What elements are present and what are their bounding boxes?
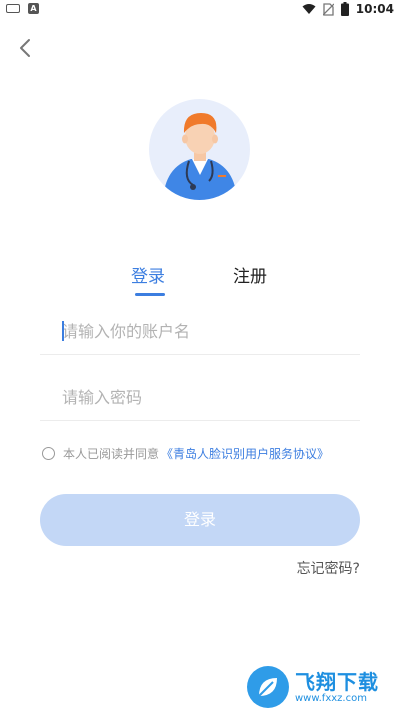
tab-register[interactable]: 注册 <box>233 262 267 287</box>
status-time: 10:04 <box>355 2 394 16</box>
chevron-left-icon <box>20 39 30 57</box>
password-input[interactable] <box>40 374 360 420</box>
agreement-link[interactable]: 《青岛人脸识别用户服务协议》 <box>161 445 329 462</box>
agreement-row: 本人已阅读并同意 《青岛人脸识别用户服务协议》 <box>42 444 329 462</box>
watermark: 飞翔下载 www.fxxz.com <box>247 662 397 712</box>
watermark-title: 飞翔下载 <box>295 669 379 694</box>
agreement-text: 本人已阅读并同意 <box>63 446 160 461</box>
active-tab-indicator <box>135 293 165 296</box>
watermark-url: www.fxxz.com <box>295 692 367 704</box>
password-field-row <box>40 374 360 421</box>
auth-tabs: 登录 注册 <box>0 258 400 298</box>
agreement-checkbox[interactable] <box>42 446 55 460</box>
avatar <box>149 99 250 200</box>
leaf-icon <box>258 678 277 697</box>
login-button[interactable]: 登录 <box>40 494 360 546</box>
no-sim-icon <box>322 2 334 16</box>
tab-login[interactable]: 登录 <box>131 262 165 287</box>
username-field-row <box>40 308 360 355</box>
text-cursor <box>62 321 64 341</box>
keyboard-notification-icon <box>6 4 20 13</box>
back-button[interactable] <box>14 36 38 60</box>
status-bar: A 10:04 <box>0 0 400 22</box>
wifi-icon <box>302 4 316 14</box>
forgot-password-link[interactable]: 忘记密码? <box>297 558 360 578</box>
watermark-text: 飞翔下载 www.fxxz.com <box>295 671 379 704</box>
status-bar-right: 10:04 <box>302 2 394 16</box>
login-screen: A 10:04 登录 注册 请输入你的账户名 本人已阅读并同意 《青岛人脸识别用… <box>0 0 400 720</box>
status-bar-left: A <box>6 3 39 14</box>
app-notification-icon: A <box>28 3 39 14</box>
doctor-avatar-icon <box>163 113 237 200</box>
battery-icon <box>340 2 349 16</box>
watermark-logo-icon <box>247 666 289 708</box>
username-input[interactable] <box>40 308 360 354</box>
